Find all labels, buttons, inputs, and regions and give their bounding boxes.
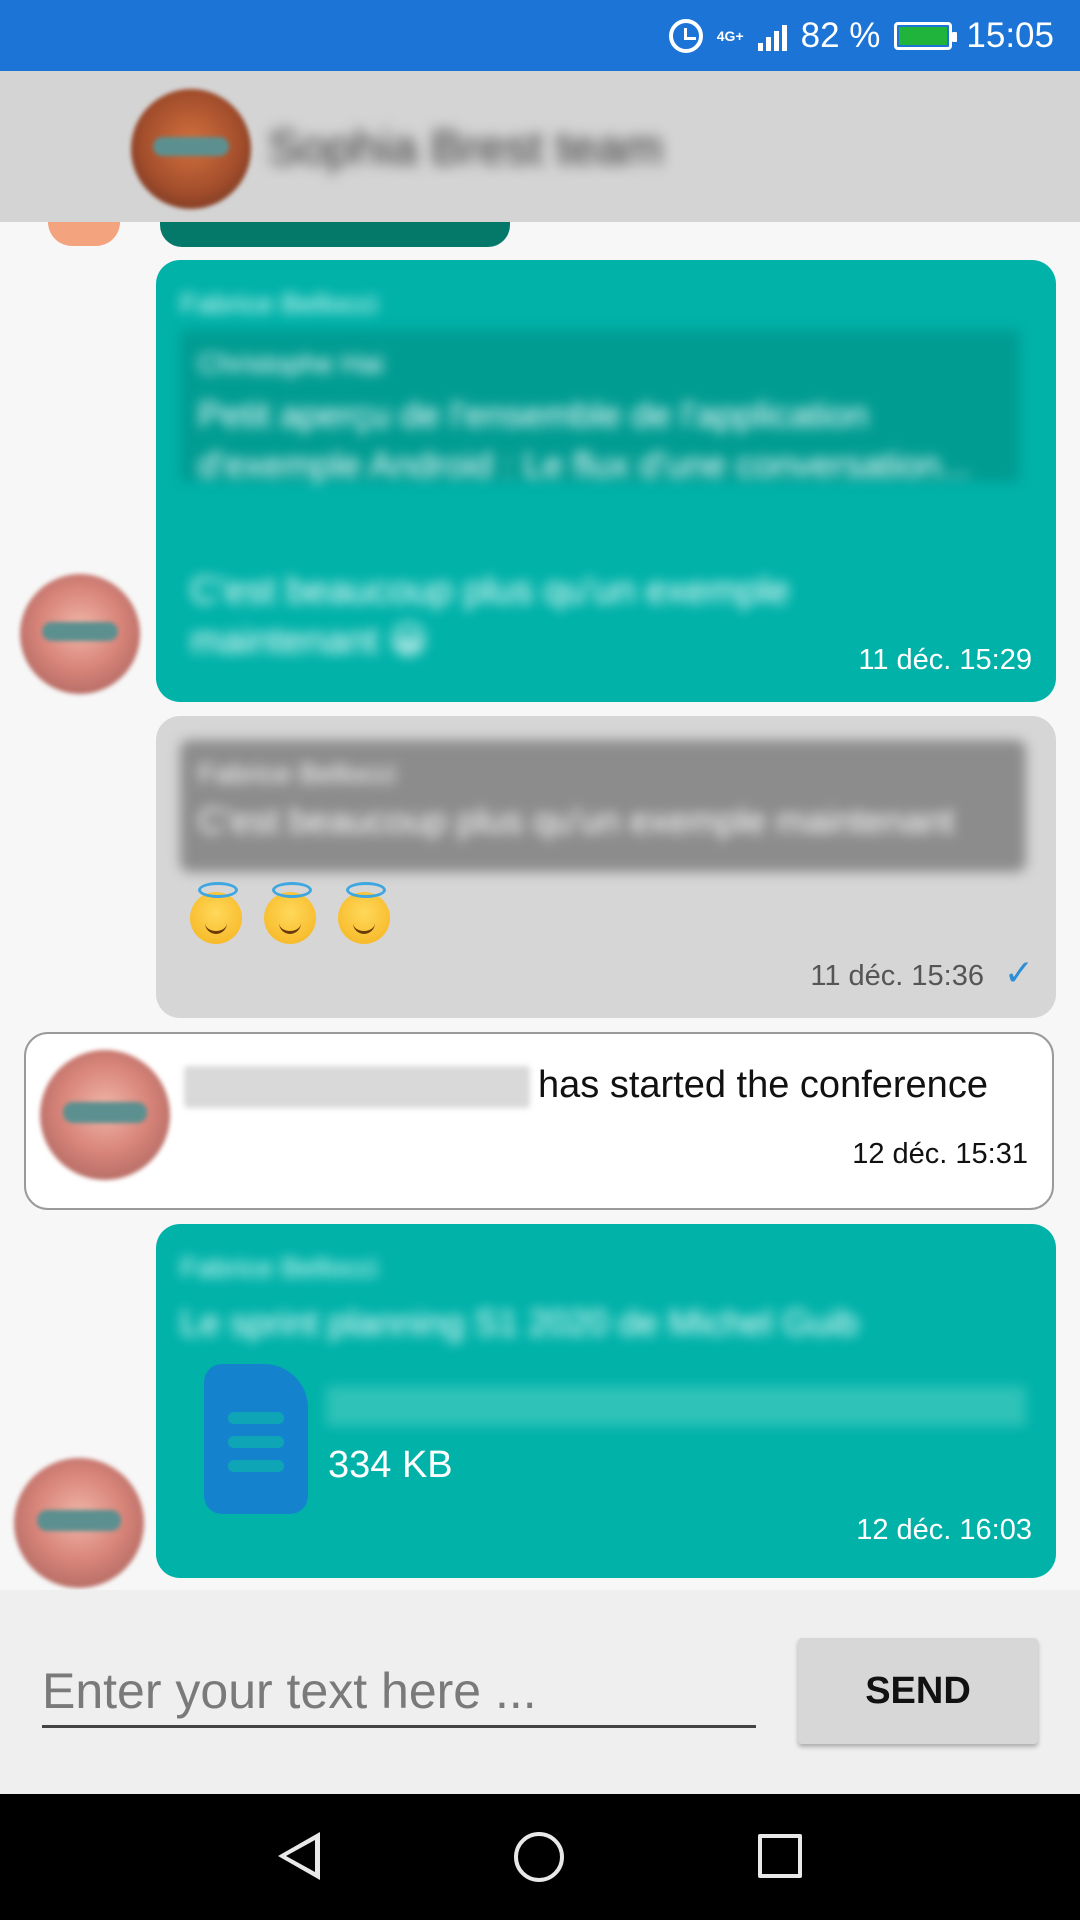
avatar[interactable] — [14, 1458, 144, 1588]
home-icon[interactable] — [514, 1832, 564, 1882]
conversation-header: Sophia Brest team — [0, 71, 1080, 222]
message-timestamp: 11 déc. 15:36 — [810, 960, 984, 992]
message-author: Fabrice Bellocci — [180, 1252, 378, 1283]
quoted-author: Christophe Hai — [198, 348, 384, 379]
message-text — [190, 882, 390, 944]
read-receipt-icon: ✓ — [1003, 952, 1034, 993]
battery-icon — [894, 21, 958, 50]
message-timestamp: 12 déc. 16:03 — [856, 1514, 1032, 1546]
file-name[interactable] — [326, 1386, 1026, 1426]
message-input[interactable] — [42, 1656, 756, 1728]
smiling-face-with-halo-icon — [264, 882, 316, 944]
back-icon[interactable] — [278, 1832, 320, 1880]
quoted-text: Petit aperçu de l'ensemble de l'applicat… — [198, 394, 971, 485]
message-text: Le sprint planning S1 2020 de Michel Gui… — [180, 1302, 859, 1343]
conference-started-card[interactable]: has started the conference 12 déc. 15:31 — [24, 1032, 1054, 1210]
status-bar: 4G+ 82 % 15:05 — [0, 0, 1080, 71]
message-text: C'est beaucoup plus qu'un exemple mainte… — [190, 570, 790, 662]
message-bubble-partial — [160, 222, 510, 247]
system-navigation-bar — [0, 1794, 1080, 1920]
smiling-face-with-halo-icon — [190, 882, 242, 944]
avatar — [40, 1050, 170, 1180]
network-type: 4G+ — [716, 27, 744, 44]
quoted-message: Fabrice Bellocci C'est beaucoup plus qu'… — [180, 740, 1026, 872]
alarm-icon — [668, 18, 703, 53]
quoted-message: Christophe Hai Petit aperçu de l'ensembl… — [180, 330, 1020, 485]
avatar[interactable] — [20, 574, 140, 694]
avatar — [48, 222, 120, 246]
quoted-text: C'est beaucoup plus qu'un exemple mainte… — [198, 800, 955, 841]
signal-icon — [757, 21, 787, 51]
document-icon[interactable] — [204, 1364, 308, 1514]
file-size: 334 KB — [328, 1444, 453, 1486]
recent-apps-icon[interactable] — [758, 1834, 802, 1878]
conversation-title[interactable]: Sophia Brest team — [268, 121, 663, 176]
message-author: Fabrice Bellocci — [180, 288, 378, 319]
send-button[interactable]: SEND — [798, 1638, 1038, 1744]
clock: 15:05 — [966, 15, 1054, 55]
smiling-face-with-halo-icon — [338, 882, 390, 944]
message-timestamp: 12 déc. 15:31 — [852, 1138, 1028, 1170]
system-message-text: has started the conference — [538, 1064, 988, 1106]
quoted-author: Fabrice Bellocci — [198, 758, 396, 789]
message-bubble[interactable]: Fabrice Bellocci C'est beaucoup plus qu'… — [156, 716, 1056, 1018]
participant-name — [184, 1066, 530, 1108]
message-list[interactable]: Fabrice Bellocci Christophe Hai Petit ap… — [0, 222, 1080, 1590]
message-bubble[interactable]: Fabrice Bellocci Christophe Hai Petit ap… — [156, 260, 1056, 702]
message-bubble[interactable]: Fabrice Bellocci Le sprint planning S1 2… — [156, 1224, 1056, 1578]
composer-bar: SEND — [0, 1590, 1080, 1794]
battery-percent: 82 % — [800, 15, 881, 55]
group-avatar[interactable] — [131, 89, 251, 209]
message-timestamp: 11 déc. 15:29 — [858, 644, 1032, 676]
